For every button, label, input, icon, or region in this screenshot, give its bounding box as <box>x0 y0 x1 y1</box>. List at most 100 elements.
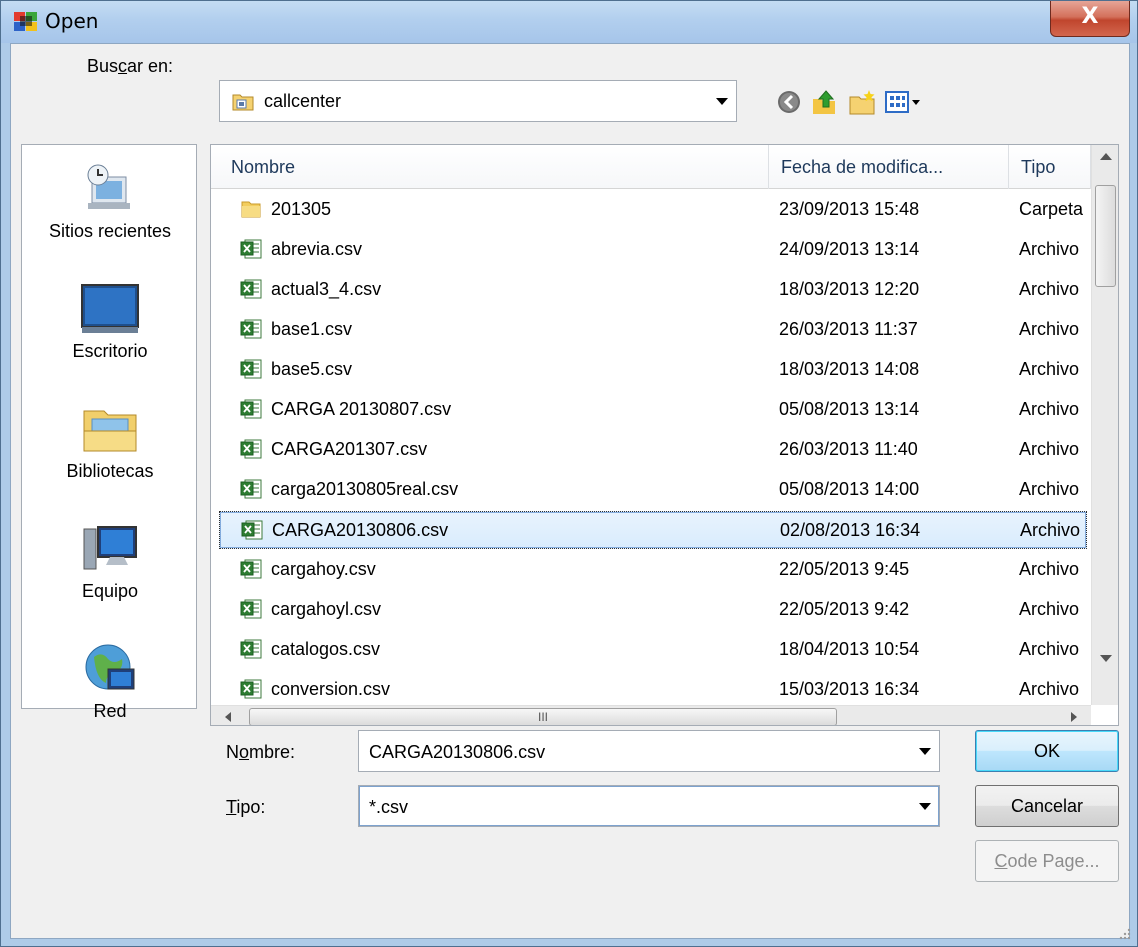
filename-label: Nombre: <box>226 742 296 762</box>
filetype-combo[interactable]: *.csv <box>358 785 940 827</box>
place-label: Sitios recientes <box>48 221 172 241</box>
chevron-down-icon[interactable] <box>716 98 728 105</box>
app-icon <box>14 12 37 31</box>
file-name: CARGA 20130807.csv <box>271 399 452 419</box>
desktop-icon <box>81 284 139 333</box>
excel-csv-icon <box>240 639 262 659</box>
file-type: Archivo <box>1019 479 1080 499</box>
window-title: Open <box>45 9 99 33</box>
horizontal-scroll-thumb[interactable]: III <box>249 708 837 725</box>
file-row[interactable]: carga20130805real.csv 05/08/2013 14:00 Arc… <box>219 471 1087 509</box>
lookin-combo[interactable]: callcenter <box>219 80 737 122</box>
file-row[interactable]: cargahoyl.csv 22/05/2013 9:42 Archivo <box>219 591 1087 629</box>
up-folder-icon[interactable] <box>809 87 839 117</box>
excel-csv-icon <box>241 520 263 540</box>
file-date: 22/05/2013 9:45 <box>779 559 910 579</box>
close-button[interactable]: X <box>1050 1 1130 37</box>
excel-csv-icon <box>240 399 262 419</box>
file-row[interactable]: conversion.csv 15/03/2013 16:34 Archivo <box>219 671 1087 709</box>
view-menu-icon[interactable] <box>883 87 923 117</box>
folder-icon <box>232 94 254 111</box>
excel-csv-icon <box>240 479 262 499</box>
file-name: 201305 <box>271 199 332 219</box>
place-recent[interactable]: Sitios recientes <box>22 161 198 242</box>
excel-csv-icon <box>240 279 262 299</box>
file-name: base5.csv <box>271 359 353 379</box>
file-type: Archivo <box>1019 439 1080 459</box>
excel-csv-icon <box>240 599 262 619</box>
file-type: Archivo <box>1019 559 1080 579</box>
place-desktop[interactable]: Escritorio <box>22 281 198 362</box>
file-row[interactable]: cargahoy.csv 22/05/2013 9:45 Archivo <box>219 551 1087 589</box>
vertical-scrollbar[interactable] <box>1091 145 1118 705</box>
chevron-down-icon[interactable] <box>919 803 931 810</box>
file-row[interactable]: abrevia.csv 24/09/2013 13:14 Archivo <box>219 231 1087 269</box>
column-header-type[interactable]: Tipo <box>1009 145 1091 189</box>
file-row[interactable]: 201305 23/09/2013 15:48 Carpeta <box>219 191 1087 229</box>
file-date: 15/03/2013 16:34 <box>779 679 920 699</box>
cancel-button[interactable]: Cancelar <box>975 785 1119 827</box>
back-icon[interactable] <box>774 87 804 117</box>
column-header-name[interactable]: Nombre <box>219 145 769 189</box>
filetype-value: *.csv <box>369 797 409 817</box>
places-bar: Sitios recientes Escritorio Bibliotecas <box>21 144 198 721</box>
file-date: 18/04/2013 10:54 <box>779 639 920 659</box>
place-label: Escritorio <box>72 341 148 361</box>
excel-csv-icon <box>240 239 262 259</box>
file-date: 18/03/2013 14:08 <box>779 359 920 379</box>
file-list[interactable]: Nombre Fecha de modifica... Tipo 201305 2… <box>210 144 1119 726</box>
file-row[interactable]: catalogos.csv 18/04/2013 10:54 Archivo <box>219 631 1087 669</box>
place-computer[interactable]: Equipo <box>22 521 198 602</box>
computer-icon <box>83 526 137 570</box>
horizontal-scrollbar[interactable]: III <box>211 705 1091 725</box>
column-header-date[interactable]: Fecha de modifica... <box>769 145 1009 189</box>
place-label: Equipo <box>81 581 139 601</box>
file-row[interactable]: base1.csv 26/03/2013 11:37 Archivo <box>219 311 1087 349</box>
code-page-button[interactable]: Code Page... <box>975 840 1119 882</box>
excel-csv-icon <box>240 559 262 579</box>
file-type: Carpeta <box>1019 199 1084 219</box>
file-date: 05/08/2013 14:00 <box>779 479 920 499</box>
file-type: Archivo <box>1019 359 1080 379</box>
place-network[interactable]: Red <box>22 641 198 722</box>
filetype-label: Tipo: <box>226 797 266 817</box>
resize-grip-icon[interactable] <box>1117 926 1131 940</box>
place-label: Bibliotecas <box>66 461 154 481</box>
scroll-down-arrow-icon[interactable] <box>1100 655 1112 662</box>
folder-icon <box>241 201 261 218</box>
file-row[interactable]: actual3_4.csv 18/03/2013 12:20 Archivo <box>219 271 1087 309</box>
file-date: 23/09/2013 15:48 <box>779 199 920 219</box>
scroll-left-arrow-icon[interactable] <box>225 712 231 722</box>
file-name: base1.csv <box>271 319 353 339</box>
file-row[interactable]: base5.csv 18/03/2013 14:08 Archivo <box>219 351 1087 389</box>
file-type: Archivo <box>1019 279 1080 299</box>
file-type: Archivo <box>1019 639 1080 659</box>
file-name: cargahoy.csv <box>271 559 376 579</box>
file-row[interactable]: CARGA 20130807.csv 05/08/2013 13:14 Archiv… <box>219 391 1087 429</box>
file-type: Archivo <box>1019 399 1080 419</box>
vertical-scroll-thumb[interactable] <box>1095 185 1116 287</box>
chevron-down-icon[interactable] <box>919 748 931 755</box>
scroll-right-arrow-icon[interactable] <box>1071 712 1077 722</box>
file-date: 26/03/2013 11:40 <box>779 439 918 459</box>
file-date: 26/03/2013 11:37 <box>779 319 918 339</box>
filename-input[interactable]: CARGA20130806.csv <box>369 742 545 763</box>
file-row[interactable]: CARGA201307.csv 26/03/2013 11:40 Archivo <box>219 431 1087 469</box>
file-date: 22/05/2013 9:42 <box>779 599 910 619</box>
open-dialog: Open X Buscar en: callcenter Sitios reci… <box>0 0 1138 947</box>
place-libraries[interactable]: Bibliotecas <box>22 401 198 482</box>
file-name: conversion.csv <box>271 679 391 699</box>
file-type: Archivo <box>1020 520 1081 540</box>
title-bar[interactable]: Open X <box>1 1 1137 43</box>
ok-button[interactable]: OK <box>975 730 1119 772</box>
place-label: Red <box>93 701 127 721</box>
file-name: actual3_4.csv <box>271 279 382 299</box>
new-folder-icon[interactable] <box>847 87 877 117</box>
file-type: Archivo <box>1019 319 1080 339</box>
file-name: CARGA201307.csv <box>271 439 428 459</box>
scroll-up-arrow-icon[interactable] <box>1100 153 1112 160</box>
file-row[interactable]: CARGA20130806.csv 02/08/2013 16:34 Archivo <box>219 511 1087 549</box>
filename-combo[interactable]: CARGA20130806.csv <box>358 730 940 772</box>
close-icon: X <box>1081 4 1099 29</box>
libraries-icon <box>83 410 137 452</box>
